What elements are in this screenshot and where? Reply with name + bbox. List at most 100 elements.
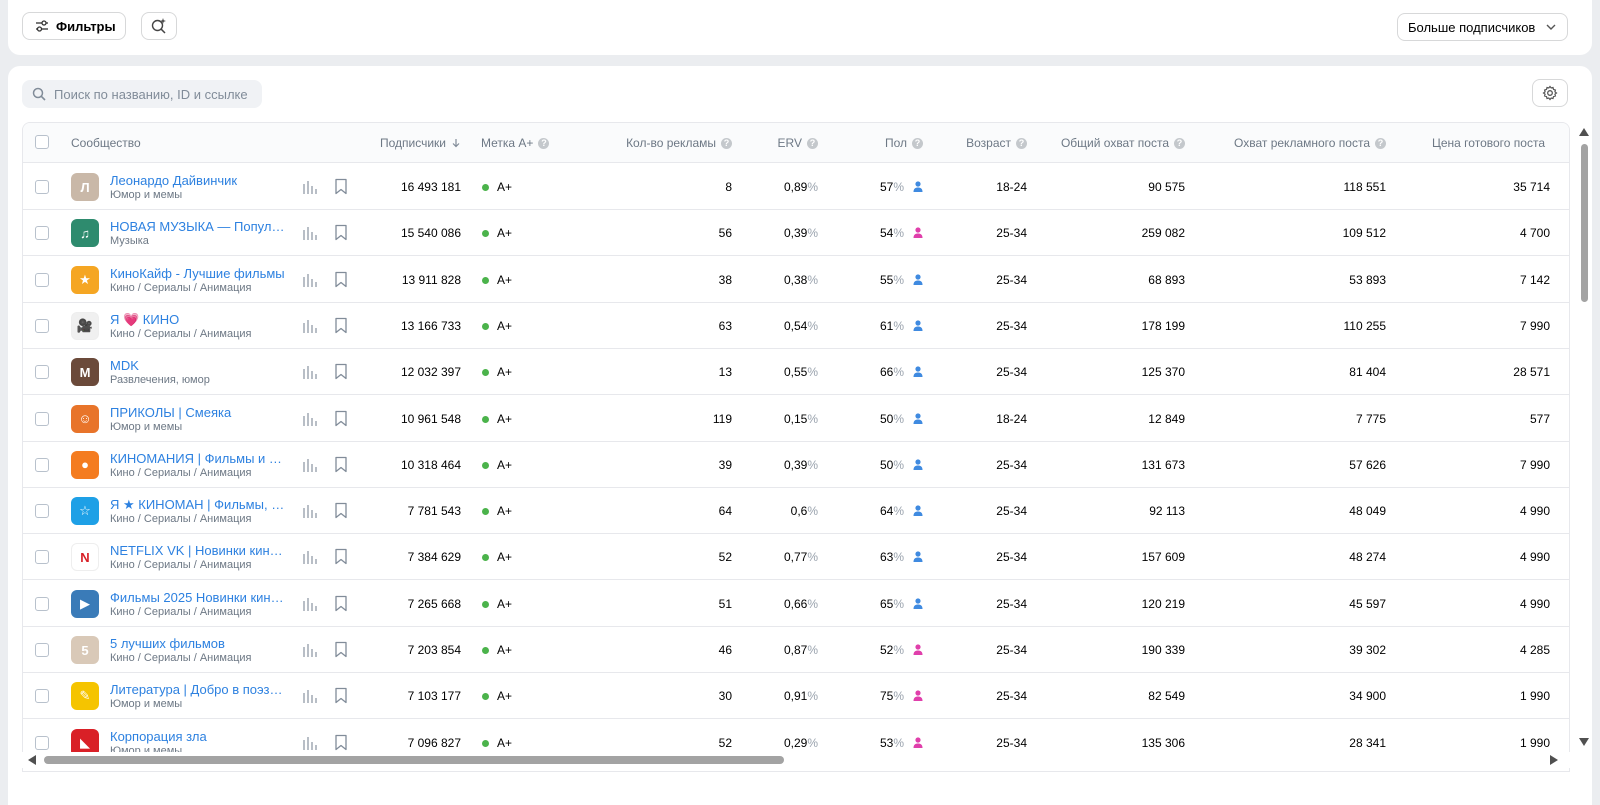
scroll-left-icon[interactable] <box>28 755 36 765</box>
community-name-link[interactable]: Фильмы 2025 Новинки кино сериалы <box>110 590 286 605</box>
table-row[interactable]: Л Леонардо Дайвинчик Юмор и мемы 16 493 … <box>23 164 1569 210</box>
stats-chart-icon[interactable] <box>302 457 318 473</box>
help-icon[interactable]: ? <box>1016 137 1027 149</box>
community-name-link[interactable]: Корпорация зла <box>110 729 286 744</box>
community-avatar[interactable]: ☺ <box>71 404 99 433</box>
row-checkbox[interactable] <box>35 504 49 519</box>
table-row[interactable]: ● КИНОМАНИЯ | Фильмы и сериалы Кино / Се… <box>23 442 1569 488</box>
stats-chart-icon[interactable] <box>302 596 318 612</box>
horizontal-scrollbar[interactable] <box>22 752 1570 768</box>
help-icon[interactable]: ? <box>1375 137 1386 149</box>
filters-button[interactable]: Фильтры <box>22 12 126 40</box>
col-subscribers[interactable]: Подписчики <box>363 123 461 163</box>
table-row[interactable]: N NETFLIX VK | Новинки кино, сериалы Кин… <box>23 534 1569 581</box>
row-checkbox[interactable] <box>35 457 49 472</box>
community-name-link[interactable]: MDK <box>110 358 286 373</box>
row-checkbox[interactable] <box>35 272 49 287</box>
bookmark-icon[interactable] <box>334 224 348 241</box>
help-icon[interactable]: ? <box>1174 137 1185 149</box>
select-all-checkbox[interactable] <box>35 135 49 149</box>
bookmark-icon[interactable] <box>334 178 348 195</box>
community-name-link[interactable]: Леонардо Дайвинчик <box>110 173 286 188</box>
community-avatar[interactable]: ● <box>71 450 99 479</box>
table-row[interactable]: ★ КиноКайф - Лучшие фильмы Кино / Сериал… <box>23 257 1569 303</box>
community-name-link[interactable]: КиноКайф - Лучшие фильмы <box>110 266 286 281</box>
stats-chart-icon[interactable] <box>302 411 318 427</box>
bookmark-icon[interactable] <box>334 641 348 658</box>
bookmark-icon[interactable] <box>334 271 348 288</box>
community-name-link[interactable]: Литература | Добро в поэзии и прозе <box>110 682 286 697</box>
row-checkbox[interactable] <box>35 226 49 241</box>
table-row[interactable]: M MDK Развлечения, юмор 12 032 397 A+ 13… <box>23 349 1569 396</box>
scroll-right-icon[interactable] <box>1550 755 1558 765</box>
ai-search-button[interactable] <box>141 12 177 40</box>
row-checkbox[interactable] <box>35 411 49 426</box>
row-checkbox[interactable] <box>35 318 49 333</box>
row-checkbox[interactable] <box>35 550 49 565</box>
community-name-link[interactable]: NETFLIX VK | Новинки кино, сериалы <box>110 543 286 558</box>
community-avatar[interactable]: ☆ <box>71 497 99 526</box>
stats-chart-icon[interactable] <box>302 318 318 334</box>
stats-chart-icon[interactable] <box>302 225 318 241</box>
stats-chart-icon[interactable] <box>302 642 318 658</box>
row-checkbox[interactable] <box>35 643 49 657</box>
community-avatar[interactable]: ▶ <box>71 589 99 618</box>
row-checkbox[interactable] <box>35 180 49 194</box>
community-name-link[interactable]: Я 💗 КИНО <box>110 312 286 328</box>
bookmark-icon[interactable] <box>334 363 348 380</box>
vertical-scrollbar[interactable] <box>1578 122 1590 772</box>
community-avatar[interactable]: 🎥 <box>71 311 99 340</box>
table-row[interactable]: ▶ Фильмы 2025 Новинки кино сериалы Кино … <box>23 581 1569 627</box>
bookmark-icon[interactable] <box>334 410 348 427</box>
bookmark-icon[interactable] <box>334 687 348 704</box>
stats-chart-icon[interactable] <box>302 503 318 519</box>
community-avatar[interactable]: 5 <box>71 636 99 664</box>
community-avatar[interactable]: ✎ <box>71 682 99 711</box>
bookmark-icon[interactable] <box>334 595 348 612</box>
community-name-link[interactable]: ПРИКОЛЫ | Смеяка <box>110 405 286 420</box>
row-checkbox[interactable] <box>35 365 49 380</box>
table-row[interactable]: ♫ НОВАЯ МУЗЫКА — Популярные песни Музыка… <box>23 210 1569 257</box>
subscribers-value: 15 540 086 <box>400 226 461 241</box>
bookmark-icon[interactable] <box>334 317 348 334</box>
sort-select[interactable]: Больше подписчиков <box>1397 13 1568 41</box>
table-settings-button[interactable] <box>1532 79 1568 107</box>
bookmark-icon[interactable] <box>334 548 348 565</box>
help-icon[interactable]: ? <box>912 137 923 149</box>
table-row[interactable]: ☺ ПРИКОЛЫ | Смеяка Юмор и мемы 10 961 54… <box>23 396 1569 442</box>
community-name-link[interactable]: 5 лучших фильмов <box>110 636 286 651</box>
row-checkbox[interactable] <box>35 596 49 611</box>
community-name-link[interactable]: КИНОМАНИЯ | Фильмы и сериалы <box>110 451 286 466</box>
community-avatar[interactable]: Л <box>71 173 99 201</box>
horizontal-scroll-thumb[interactable] <box>44 756 784 764</box>
chevron-down-icon <box>1546 24 1556 30</box>
stats-chart-icon[interactable] <box>302 735 318 751</box>
community-avatar[interactable]: M <box>71 358 99 387</box>
bookmark-icon[interactable] <box>334 456 348 473</box>
help-icon[interactable]: ? <box>721 137 732 149</box>
vertical-scroll-thumb[interactable] <box>1581 144 1588 302</box>
bookmark-icon[interactable] <box>334 502 348 519</box>
table-row[interactable]: ☆ Я ★ КИНОМАН | Фильмы, сериалы Кино / С… <box>23 488 1569 535</box>
row-checkbox[interactable] <box>35 689 49 704</box>
scroll-down-icon[interactable] <box>1579 738 1589 746</box>
community-name-link[interactable]: НОВАЯ МУЗЫКА — Популярные песни <box>110 219 286 234</box>
community-avatar[interactable]: ★ <box>71 265 99 294</box>
stats-chart-icon[interactable] <box>302 364 318 380</box>
table-row[interactable]: 5 5 лучших фильмов Кино / Сериалы / Аним… <box>23 627 1569 673</box>
search-input[interactable]: Поиск по названию, ID и ссылке <box>22 80 262 108</box>
table-row[interactable]: 🎥 Я 💗 КИНО Кино / Сериалы / Анимация 13 … <box>23 303 1569 349</box>
row-checkbox[interactable] <box>35 735 49 750</box>
bookmark-icon[interactable] <box>334 734 348 751</box>
stats-chart-icon[interactable] <box>302 549 318 565</box>
community-avatar[interactable]: ♫ <box>71 219 99 248</box>
table-row[interactable]: ✎ Литература | Добро в поэзии и прозе Юм… <box>23 673 1569 720</box>
community-name-link[interactable]: Я ★ КИНОМАН | Фильмы, сериалы <box>110 497 286 513</box>
community-avatar[interactable]: N <box>71 543 99 572</box>
stats-chart-icon[interactable] <box>302 179 318 195</box>
stats-chart-icon[interactable] <box>302 688 318 704</box>
scroll-up-icon[interactable] <box>1579 128 1589 136</box>
stats-chart-icon[interactable] <box>302 272 318 288</box>
help-icon[interactable]: ? <box>807 137 818 149</box>
help-icon[interactable]: ? <box>538 137 550 149</box>
